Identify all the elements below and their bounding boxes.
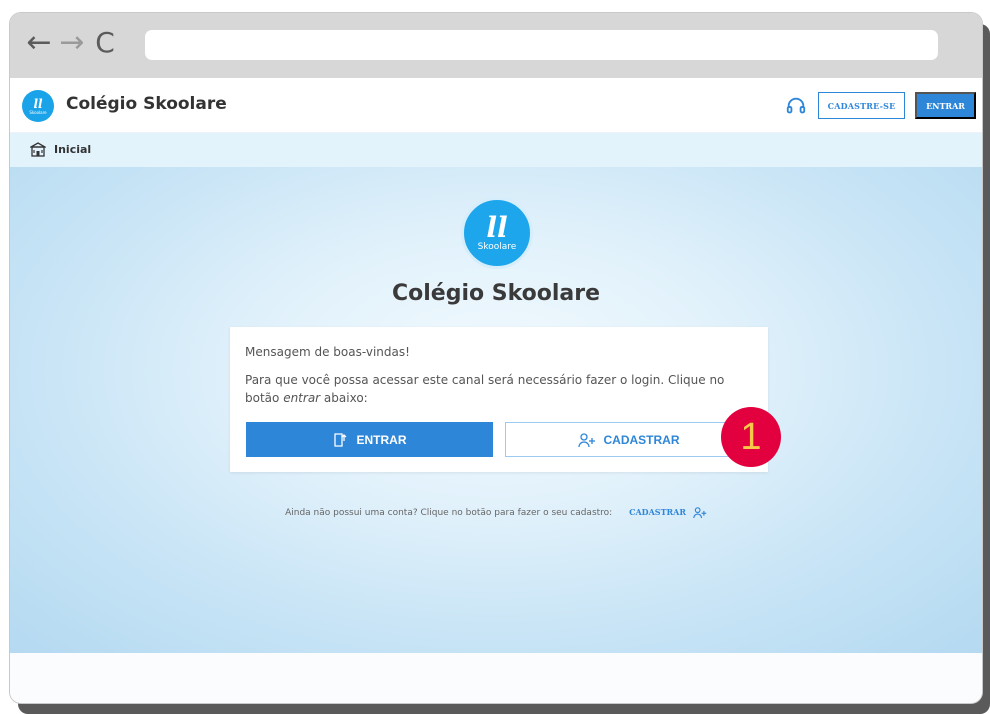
forward-arrow-icon[interactable]: →	[55, 26, 89, 60]
page-bottom	[10, 653, 982, 703]
app-title: Colégio Skoolare	[66, 94, 227, 114]
welcome-text: Para que você possa acessar este canal s…	[245, 373, 725, 405]
cadastre-se-button[interactable]: CADASTRE-SE	[818, 92, 905, 119]
add-user-icon	[577, 432, 595, 447]
add-user-icon[interactable]	[693, 506, 707, 519]
hero-section: ll Skoolare Colégio Skoolare Mensagem de…	[10, 167, 982, 653]
entrar-header-button[interactable]: ENTRAR	[915, 92, 976, 119]
cadastrar-link[interactable]: CADASTRAR	[629, 507, 686, 517]
cadastrar-button-label: CADASTRAR	[603, 432, 680, 447]
breadcrumb: Inicial	[10, 133, 982, 167]
school-building-icon	[30, 142, 46, 157]
page-title: Colégio Skoolare	[391, 281, 601, 306]
browser-window: ← → C ll Skoolare Colégio Skoolare CADAS…	[9, 12, 983, 704]
entrar-button[interactable]: ENTRAR	[246, 422, 493, 457]
cadastrar-button[interactable]: CADASTRAR	[505, 422, 752, 457]
logo-brand: Skoolare	[29, 109, 47, 115]
logo-small[interactable]: ll Skoolare	[22, 90, 54, 122]
login-door-icon	[333, 432, 346, 447]
logo-mark: ll	[486, 210, 508, 244]
welcome-heading: Mensagem de boas-vindas!	[245, 345, 410, 359]
headset-icon[interactable]	[785, 95, 807, 117]
app-header: ll Skoolare Colégio Skoolare CADASTRE-SE…	[10, 78, 982, 133]
entrar-button-label: ENTRAR	[356, 432, 407, 447]
signup-hint: Ainda não possui uma conta? Clique no bo…	[10, 506, 982, 519]
browser-toolbar: ← → C	[10, 13, 982, 78]
logo-mark: ll	[33, 96, 43, 111]
signup-hint-text: Ainda não possui uma conta? Clique no bo…	[285, 508, 613, 518]
welcome-card: Mensagem de boas-vindas! Para que você p…	[230, 327, 768, 472]
step-callout-badge: 1	[721, 407, 781, 467]
logo-large: ll Skoolare	[461, 197, 533, 269]
logo-brand: Skoolare	[477, 241, 517, 252]
back-arrow-icon[interactable]: ←	[22, 26, 56, 60]
address-bar[interactable]	[145, 30, 938, 60]
emphasis-entrar: entrar	[283, 391, 321, 405]
breadcrumb-item-inicial[interactable]: Inicial	[54, 143, 91, 156]
reload-icon[interactable]: C	[88, 26, 122, 60]
